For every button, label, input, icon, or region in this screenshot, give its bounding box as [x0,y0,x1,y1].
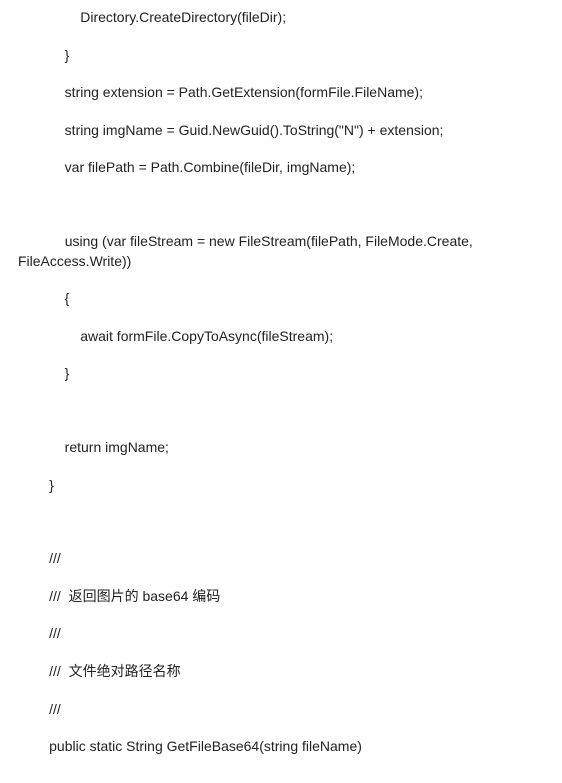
code-line: /// [0,549,562,569]
code-line: var filePath = Path.Combine(fileDir, img… [0,158,562,178]
code-line: } [0,46,562,66]
code-block: Directory.CreateDirectory(fileDir); } st… [0,0,562,783]
code-line: public static String GetFileBase64(strin… [0,737,562,757]
code-line: /// [0,700,562,720]
code-line [0,513,562,531]
code-line [0,402,562,420]
code-line: { [0,289,562,309]
code-line: await formFile.CopyToAsync(fileStream); [0,327,562,347]
code-line [0,196,562,214]
code-line: using (var fileStream = new FileStream(f… [0,232,562,271]
code-line: Directory.CreateDirectory(fileDir); [0,8,562,28]
code-line: string extension = Path.GetExtension(for… [0,83,562,103]
code-line: /// [0,624,562,644]
code-line: /// 文件绝对路径名称 [0,662,562,682]
code-line: } [0,476,562,496]
code-line: return imgName; [0,438,562,458]
code-line: string imgName = Guid.NewGuid().ToString… [0,121,562,141]
code-line: /// 返回图片的 base64 编码 [0,587,562,607]
code-line: } [0,364,562,384]
